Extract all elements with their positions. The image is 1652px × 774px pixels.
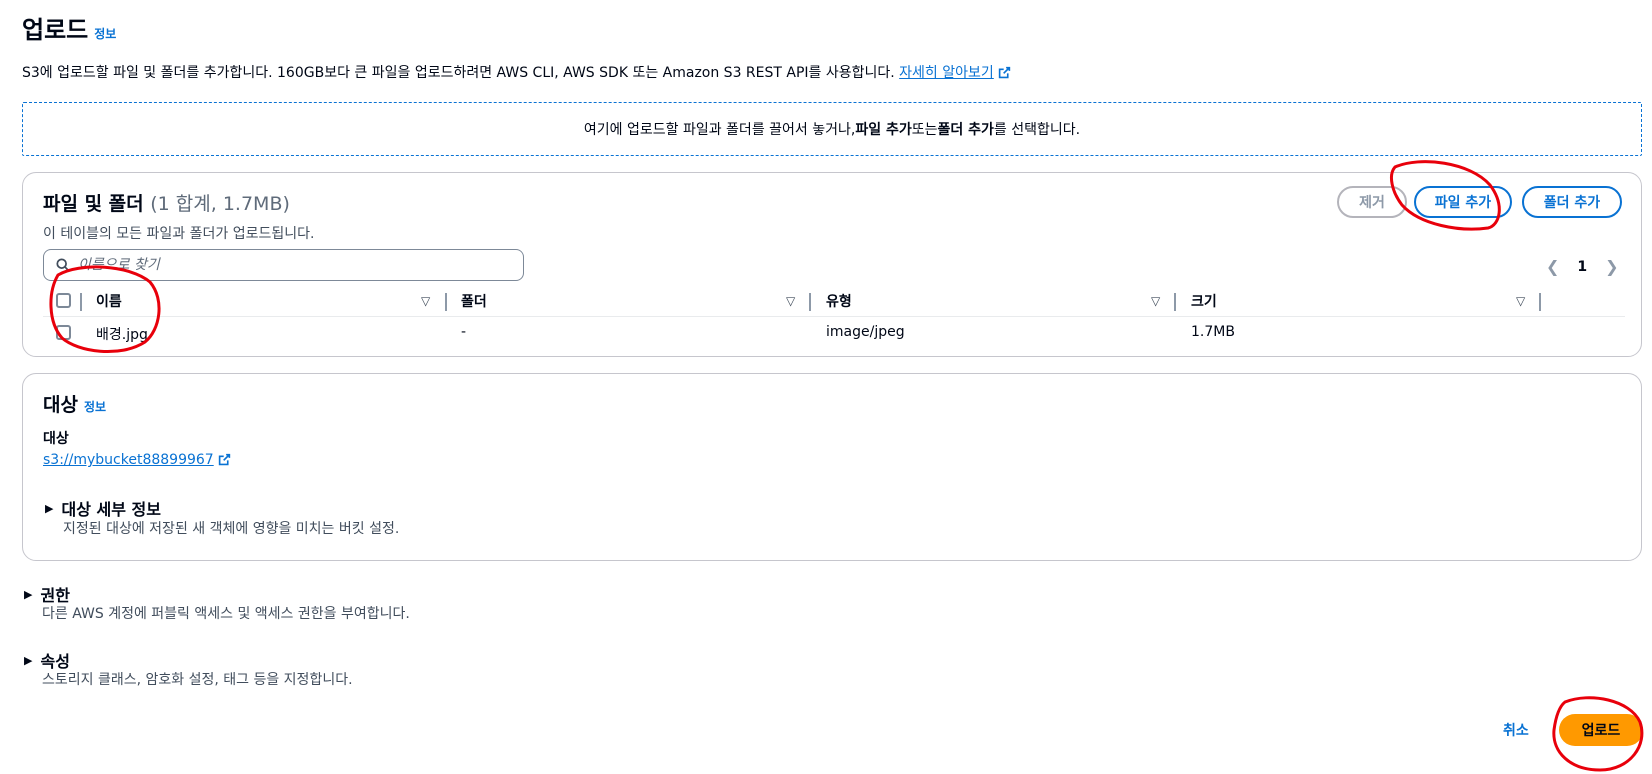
page-header: 업로드 정보	[22, 10, 116, 45]
destination-header: 대상 정보	[43, 390, 106, 417]
destination-details-title: 대상 세부 정보	[61, 500, 161, 519]
destination-link[interactable]: s3://mybucket88899967	[43, 452, 231, 468]
table-row[interactable]: 배경.jpg - image/jpeg 1.7MB	[43, 317, 1625, 347]
column-divider	[1539, 293, 1541, 311]
add-files-button[interactable]: 파일 추가	[1414, 186, 1512, 218]
column-divider[interactable]	[809, 293, 811, 311]
dropzone-middle: 또는	[911, 122, 938, 138]
cell-size: 1.7MB	[1191, 324, 1235, 340]
page-title: 업로드	[22, 16, 89, 44]
external-link-icon	[998, 66, 1010, 79]
row-checkbox[interactable]	[56, 325, 71, 340]
add-folder-button[interactable]: 폴더 추가	[1522, 186, 1622, 218]
select-all-checkbox[interactable]	[56, 293, 71, 308]
destination-title: 대상	[43, 394, 78, 416]
search-box	[43, 249, 524, 281]
pagination: ❮ 1 ❯	[1546, 257, 1619, 276]
chevron-left-icon[interactable]: ❮	[1546, 257, 1559, 276]
learn-more-link[interactable]: 자세히 알아보기	[899, 65, 1011, 81]
page-info-link[interactable]: 정보	[94, 25, 116, 42]
cancel-button[interactable]: 취소	[1503, 720, 1529, 740]
files-panel-subtitle: 이 테이블의 모든 파일과 폴더가 업로드됩니다.	[43, 226, 315, 242]
dropzone-add-folder: 폴더 추가	[937, 122, 994, 138]
remove-button[interactable]: 제거	[1337, 186, 1407, 218]
destination-info-link[interactable]: 정보	[84, 398, 106, 415]
sort-down-icon[interactable]: ▽	[1516, 294, 1525, 308]
caret-right-icon: ▶	[24, 653, 33, 667]
column-divider	[80, 293, 82, 311]
search-input[interactable]	[78, 257, 498, 273]
column-header-folder[interactable]: 폴더	[461, 285, 487, 317]
column-header-name[interactable]: 이름	[96, 285, 122, 317]
column-header-type[interactable]: 유형	[826, 285, 852, 317]
column-divider[interactable]	[445, 293, 447, 311]
table-header: 이름 ▽ 폴더 ▽ 유형 ▽ 크기 ▽	[43, 285, 1625, 317]
chevron-right-icon[interactable]: ❯	[1605, 257, 1618, 276]
files-count: (1 합계, 1.7MB)	[150, 193, 290, 215]
page-number[interactable]: 1	[1577, 259, 1587, 275]
sort-down-icon[interactable]: ▽	[1151, 294, 1160, 308]
page-description-text: S3에 업로드할 파일 및 폴더를 추가합니다. 160GB보다 큰 파일을 업…	[22, 65, 900, 81]
page-description: S3에 업로드할 파일 및 폴더를 추가합니다. 160GB보다 큰 파일을 업…	[22, 62, 1011, 82]
destination-panel: 대상 정보 대상 s3://mybucket88899967 ▶ 대상 세부 정…	[22, 373, 1642, 561]
caret-right-icon: ▶	[24, 587, 33, 601]
files-panel-title: 파일 및 폴더 (1 합계, 1.7MB)	[43, 189, 290, 216]
upload-dropzone[interactable]: 여기에 업로드할 파일과 폴더를 끌어서 놓거나, 파일 추가 또는 폴더 추가…	[22, 102, 1642, 156]
files-and-folders-panel: 파일 및 폴더 (1 합계, 1.7MB) 이 테이블의 모든 파일과 폴더가 …	[22, 172, 1642, 357]
dropzone-suffix: 를 선택합니다.	[993, 122, 1081, 138]
cell-name: 배경.jpg	[96, 327, 148, 343]
sort-down-icon[interactable]: ▽	[421, 294, 430, 308]
permissions-desc: 다른 AWS 계정에 퍼블릭 액세스 및 액세스 권한을 부여합니다.	[42, 606, 410, 622]
sort-down-icon[interactable]: ▽	[786, 294, 795, 308]
cell-folder: -	[461, 324, 467, 340]
destination-details-desc: 지정된 대상에 저장된 새 객체에 영향을 미치는 버킷 설정.	[63, 521, 400, 537]
external-link-icon	[218, 453, 230, 466]
dropzone-prefix: 여기에 업로드할 파일과 폴더를 끌어서 놓거나,	[583, 122, 856, 138]
caret-right-icon: ▶	[45, 501, 54, 515]
upload-button[interactable]: 업로드	[1559, 714, 1643, 746]
properties-desc: 스토리지 클래스, 암호화 설정, 태그 등을 지정합니다.	[42, 672, 353, 688]
destination-details-expander[interactable]: ▶ 대상 세부 정보	[45, 496, 161, 520]
dropzone-add-files: 파일 추가	[855, 122, 912, 138]
files-title-text: 파일 및 폴더	[43, 193, 144, 215]
column-divider[interactable]	[1174, 293, 1176, 311]
column-header-size[interactable]: 크기	[1191, 285, 1217, 317]
cell-type: image/jpeg	[826, 324, 905, 340]
search-icon	[56, 258, 70, 272]
destination-label: 대상	[43, 431, 69, 447]
